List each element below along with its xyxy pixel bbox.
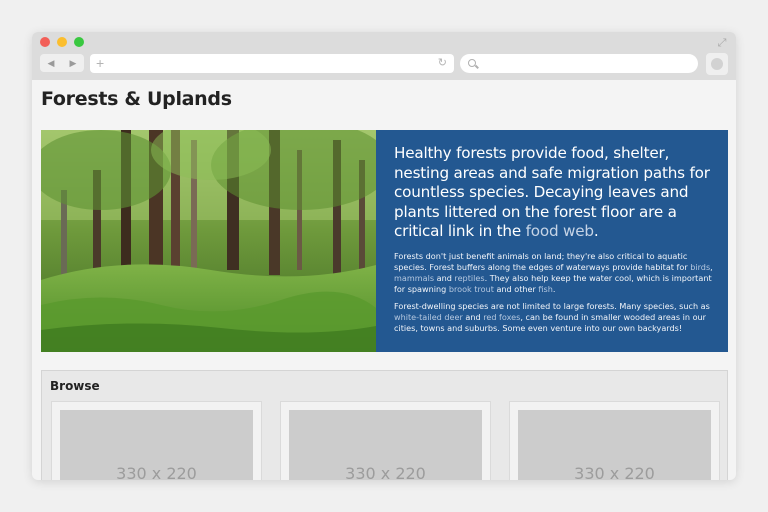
- placeholder-image: 330 x 220: [518, 410, 711, 480]
- page-title: Forests & Uplands: [41, 88, 232, 110]
- placeholder-label: 330 x 220: [574, 464, 655, 480]
- p2-text-a: Forest-dwelling species are not limited …: [394, 300, 710, 311]
- browse-card[interactable]: 330 x 220: [509, 401, 720, 480]
- placeholder-image: 330 x 220: [60, 410, 253, 480]
- p1-text-f: .: [552, 283, 556, 294]
- reptiles-link[interactable]: reptiles: [454, 273, 484, 283]
- placeholder-image: 330 x 220: [289, 410, 482, 480]
- nav-buttons: ◀ ▶: [40, 54, 84, 72]
- birds-link[interactable]: birds: [690, 262, 710, 272]
- placeholder-label: 330 x 220: [345, 464, 426, 480]
- search-icon: [468, 59, 476, 67]
- p2-text-b: and: [462, 311, 484, 322]
- browser-chrome: ⤢ ◀ ▶ + ↻: [32, 32, 736, 80]
- p1-text-c: and: [434, 272, 455, 283]
- hero-lead: Healthy forests provide food, shelter, n…: [394, 144, 714, 242]
- back-button[interactable]: ◀: [40, 54, 62, 72]
- brook-trout-link[interactable]: brook trout: [449, 284, 494, 294]
- white-tailed-deer-link[interactable]: white-tailed deer: [394, 312, 463, 322]
- search-input[interactable]: [460, 54, 698, 73]
- browse-title: Browse: [50, 379, 100, 393]
- mammals-link[interactable]: mammals: [394, 273, 434, 283]
- p1-text-b: ,: [710, 261, 713, 272]
- browse-section: Browse 330 x 220 330 x 220 330 x 220: [41, 370, 728, 480]
- browser-window: ⤢ ◀ ▶ + ↻ Forests & Uplands Healthy fore…: [32, 32, 736, 480]
- lead-end: .: [593, 222, 599, 240]
- forest-photo: [41, 130, 376, 352]
- food-web-link[interactable]: food web: [526, 222, 594, 240]
- plus-icon[interactable]: +: [96, 54, 104, 73]
- hero-paragraph-1: Forests don't just benefit animals on la…: [394, 251, 714, 295]
- maximize-window-button[interactable]: [74, 37, 84, 47]
- hero-text-panel: Healthy forests provide food, shelter, n…: [376, 130, 728, 352]
- close-window-button[interactable]: [40, 37, 50, 47]
- hero-paragraph-2: Forest-dwelling species are not limited …: [394, 301, 714, 334]
- red-foxes-link[interactable]: red foxes: [483, 312, 520, 322]
- extension-button[interactable]: [706, 53, 728, 75]
- minimize-window-button[interactable]: [57, 37, 67, 47]
- browse-card[interactable]: 330 x 220: [51, 401, 262, 480]
- reload-icon[interactable]: ↻: [438, 54, 447, 73]
- p1-text-a: Forests don't just benefit animals on la…: [394, 250, 691, 272]
- p1-text-e: and other: [493, 283, 539, 294]
- browse-card[interactable]: 330 x 220: [280, 401, 491, 480]
- expand-icon[interactable]: ⤢: [716, 37, 728, 49]
- placeholder-label: 330 x 220: [116, 464, 197, 480]
- address-bar[interactable]: + ↻: [90, 54, 454, 73]
- forward-button[interactable]: ▶: [62, 54, 84, 72]
- fish-link[interactable]: fish: [538, 284, 552, 294]
